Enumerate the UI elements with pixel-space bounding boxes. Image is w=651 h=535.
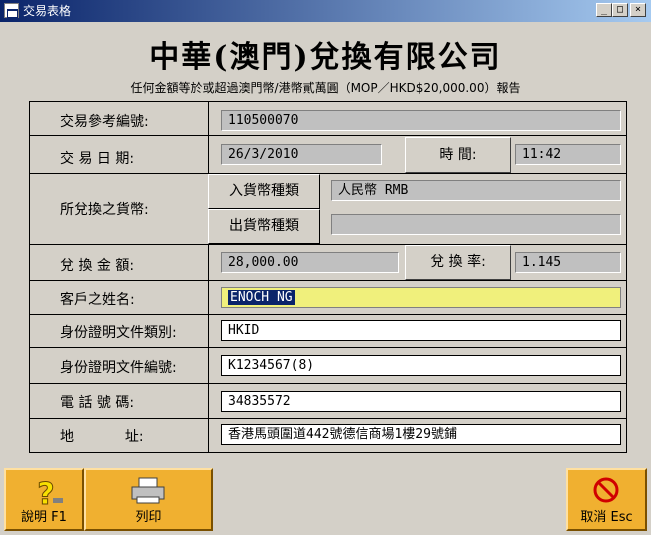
print-button[interactable]: 列印 bbox=[84, 468, 213, 531]
in-currency-field[interactable]: 人民幣 RMB bbox=[331, 180, 621, 201]
id-type-field[interactable]: HKID bbox=[221, 320, 621, 341]
amount-field[interactable]: 28,000.00 bbox=[221, 252, 399, 273]
amount-label: 兌 換 金 額: bbox=[60, 258, 135, 274]
help-question-icon: ? bbox=[6, 476, 82, 513]
address-label-a: 地 bbox=[60, 429, 74, 445]
phone-field[interactable]: 34835572 bbox=[221, 391, 621, 412]
date-label: 交 易 日 期: bbox=[60, 151, 135, 167]
ref-number-field[interactable]: 110500070 bbox=[221, 110, 621, 131]
divider bbox=[30, 347, 626, 348]
divider bbox=[30, 314, 626, 315]
company-name: 中華(澳門)兌換有限公司 bbox=[149, 40, 502, 75]
cancel-label: 取消 Esc bbox=[580, 510, 633, 525]
maximize-button[interactable]: □ bbox=[612, 3, 628, 17]
address-field[interactable]: 香港馬頭圍道442號德信商場1樓29號鋪 bbox=[221, 424, 621, 445]
window-title: 交易表格 bbox=[23, 4, 72, 18]
id-number-label: 身份證明文件編號: bbox=[60, 360, 177, 376]
phone-label: 電 話 號 碼: bbox=[60, 395, 135, 411]
out-currency-label: 出貨幣種類 bbox=[208, 209, 320, 244]
in-currency-label: 入貨幣種類 bbox=[208, 174, 320, 209]
id-number-field[interactable]: K1234567(8) bbox=[221, 355, 621, 376]
date-field[interactable]: 26/3/2010 bbox=[221, 144, 382, 165]
help-button[interactable]: ? 說明 F1 bbox=[4, 468, 84, 531]
cancel-icon bbox=[568, 476, 645, 506]
close-button[interactable]: × bbox=[630, 3, 646, 17]
customer-name-field[interactable]: ENOCH NG bbox=[221, 287, 621, 308]
rate-label: 兌 換 率: bbox=[405, 245, 511, 280]
rate-field[interactable]: 1.145 bbox=[515, 252, 621, 273]
id-type-label: 身份證明文件類別: bbox=[60, 325, 177, 341]
title-bar: 交易表格 _ □ × bbox=[0, 0, 651, 22]
bottom-toolbar: ? 說明 F1 列印 取消 Esc bbox=[4, 468, 647, 531]
report-notice: 任何金額等於或超過澳門幣/港幣貳萬圓（MOP／HKD$20,000.00）報告 bbox=[130, 81, 521, 95]
divider bbox=[30, 383, 626, 384]
printer-icon bbox=[86, 476, 211, 506]
help-label: 說明 F1 bbox=[21, 510, 67, 525]
svg-text:?: ? bbox=[37, 477, 54, 508]
customer-name-selection: ENOCH NG bbox=[228, 290, 295, 305]
divider bbox=[30, 135, 626, 136]
divider bbox=[208, 102, 209, 452]
address-label-b: 址: bbox=[124, 429, 144, 445]
divider bbox=[30, 280, 626, 281]
ref-label: 交易參考編號: bbox=[60, 114, 149, 130]
out-currency-field[interactable] bbox=[331, 214, 621, 235]
minimize-button[interactable]: _ bbox=[596, 3, 612, 17]
print-label: 列印 bbox=[135, 510, 162, 525]
divider bbox=[30, 244, 626, 245]
currency-label: 所兌換之貨幣: bbox=[60, 202, 149, 218]
divider bbox=[30, 173, 626, 174]
app-icon bbox=[4, 3, 19, 18]
divider bbox=[30, 418, 626, 419]
time-field[interactable]: 11:42 bbox=[515, 144, 621, 165]
transaction-form: 交易參考編號: 110500070 交 易 日 期: 26/3/2010 時 間… bbox=[29, 101, 627, 453]
name-label: 客戶之姓名: bbox=[60, 292, 135, 308]
address-label: 地 址: bbox=[30, 426, 208, 446]
time-label: 時 間: bbox=[405, 137, 511, 173]
cancel-button[interactable]: 取消 Esc bbox=[566, 468, 647, 531]
